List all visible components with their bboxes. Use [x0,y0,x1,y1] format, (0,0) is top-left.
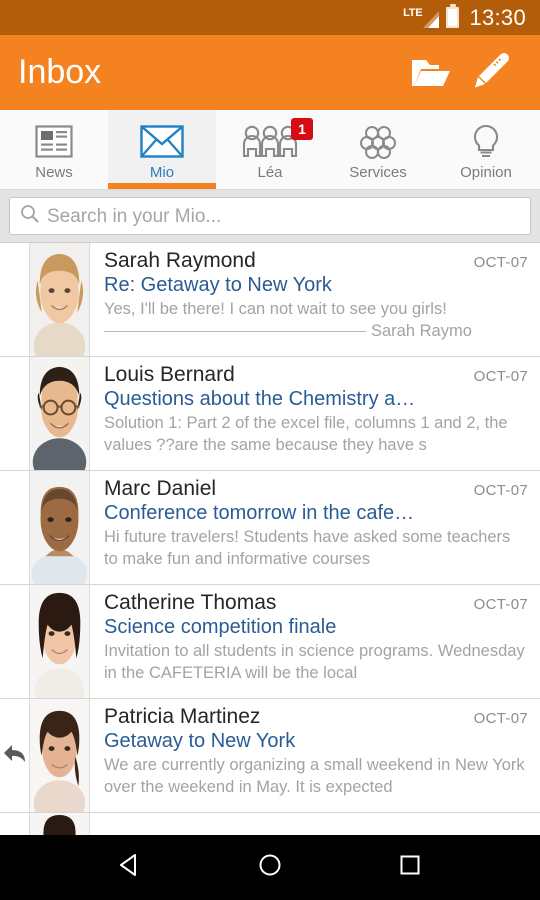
mail-subject: Re: Getaway to New York [104,274,332,296]
mail-preview-line1: Hi future travelers! Students have asked… [104,528,443,546]
avatar [30,357,90,470]
avatar [30,699,90,812]
tab-mio[interactable]: Mio [108,110,216,189]
tab-mio-label: Mio [149,163,175,181]
table-row[interactable] [0,813,540,835]
recents-button[interactable] [380,844,440,892]
newspaper-icon [35,122,73,162]
people-group-icon: 1 [241,117,313,162]
mail-preview: We are currently organizing a small week… [104,755,528,799]
avatar [30,471,90,584]
mail-subject: Conference tomorrow in the cafe… [104,502,415,524]
mail-preview: Yes, I'll be there! I can not wait to se… [104,299,528,343]
mail-preview-line1: Yes, I'll be there! I can not wait to se… [104,300,447,318]
table-row[interactable]: Catherine Thomas OCT-07 Science competit… [0,585,540,699]
compose-button[interactable] [460,44,518,102]
envelope-icon [140,122,184,162]
mail-content: Catherine Thomas OCT-07 Science competit… [90,585,540,698]
mail-date: OCT-07 [473,710,528,727]
home-button[interactable] [240,844,300,892]
tab-lea-badge: 1 [291,117,313,140]
status-clock: 13:30 [469,4,526,30]
mail-preview-line2: Sarah Raymo [371,321,472,340]
phone-screen: LTE 13:30 Inbox News Mio 1 Léa Services … [0,0,540,900]
lightbulb-icon [470,122,502,162]
search-placeholder: Search in your Mio... [47,205,222,227]
android-nav-bar [0,835,540,900]
row-status-gutter [0,585,30,698]
signature-rule [104,330,366,332]
tab-lea[interactable]: 1 Léa [216,110,324,189]
mail-content: Patricia Martinez OCT-07 Getaway to New … [90,699,540,812]
square-recents-icon [397,852,423,883]
tab-news[interactable]: News [0,110,108,189]
tab-lea-label: Léa [257,163,283,181]
avatar [30,243,90,356]
search-input[interactable]: Search in your Mio... [9,197,531,235]
page-title: Inbox [18,53,102,91]
mail-subject: Questions about the Chemistry a… [104,388,416,410]
tab-services-label: Services [349,163,407,181]
table-row[interactable]: Louis Bernard OCT-07 Questions about the… [0,357,540,471]
triangle-back-icon [117,852,143,883]
row-status-gutter [0,243,30,356]
folder-icon [411,56,451,90]
mail-preview: Invitation to all students in science pr… [104,641,528,685]
tab-services[interactable]: Services [324,110,432,189]
sender-name: Patricia Martinez [104,705,261,728]
reply-arrow-icon [3,742,27,769]
sender-name: Sarah Raymond [104,249,256,272]
row-status-gutter [0,357,30,470]
mail-content: Marc Daniel OCT-07 Conference tomorrow i… [90,471,540,584]
signal-bars-icon [423,10,440,28]
signal-indicator: LTE [403,6,440,28]
avatar [30,813,90,835]
tab-opinion-label: Opinion [460,163,512,181]
table-row[interactable]: Marc Daniel OCT-07 Conference tomorrow i… [0,471,540,585]
circle-home-icon [257,852,283,883]
mail-preview: Solution 1: Part 2 of the excel file, co… [104,413,528,457]
tab-bar: News Mio 1 Léa Services Opinion [0,110,540,190]
mail-content [90,813,540,835]
mail-date: OCT-07 [473,596,528,613]
status-bar: LTE 13:30 [0,0,540,35]
mail-subject: Getaway to New York [104,730,296,752]
back-button[interactable] [100,844,160,892]
mail-list[interactable]: Sarah Raymond OCT-07 Re: Getaway to New … [0,242,540,835]
tab-opinion[interactable]: Opinion [432,110,540,189]
mail-content: Sarah Raymond OCT-07 Re: Getaway to New … [90,243,540,356]
tab-news-label: News [35,163,73,181]
avatar [30,585,90,698]
mail-date: OCT-07 [473,482,528,499]
mail-preview-line1: Invitation to all students in science pr… [104,642,434,660]
mail-date: OCT-07 [473,254,528,271]
pencil-icon [469,52,509,93]
app-bar: Inbox [0,35,540,110]
mail-preview-line1: Solution 1: Part 2 of the excel file, co… [104,414,462,432]
mail-date: OCT-07 [473,368,528,385]
table-row[interactable]: Sarah Raymond OCT-07 Re: Getaway to New … [0,243,540,357]
row-status-gutter [0,471,30,584]
table-row[interactable]: Patricia Martinez OCT-07 Getaway to New … [0,699,540,813]
sender-name: Louis Bernard [104,363,235,386]
search-bar: Search in your Mio... [0,190,540,242]
sender-name: Catherine Thomas [104,591,277,614]
mail-preview-line1: We are currently organizing a small week… [104,756,451,774]
network-type-label: LTE [403,6,423,19]
row-status-gutter [0,699,30,812]
folder-button[interactable] [402,44,460,102]
mail-subject: Science competition finale [104,616,337,638]
sender-name: Marc Daniel [104,477,217,500]
mail-content: Louis Bernard OCT-07 Questions about the… [90,357,540,470]
row-status-gutter [0,813,30,835]
mail-preview: Hi future travelers! Students have asked… [104,527,528,571]
battery-icon [446,7,460,28]
search-icon [20,204,39,228]
flower-cluster-icon [359,122,397,162]
